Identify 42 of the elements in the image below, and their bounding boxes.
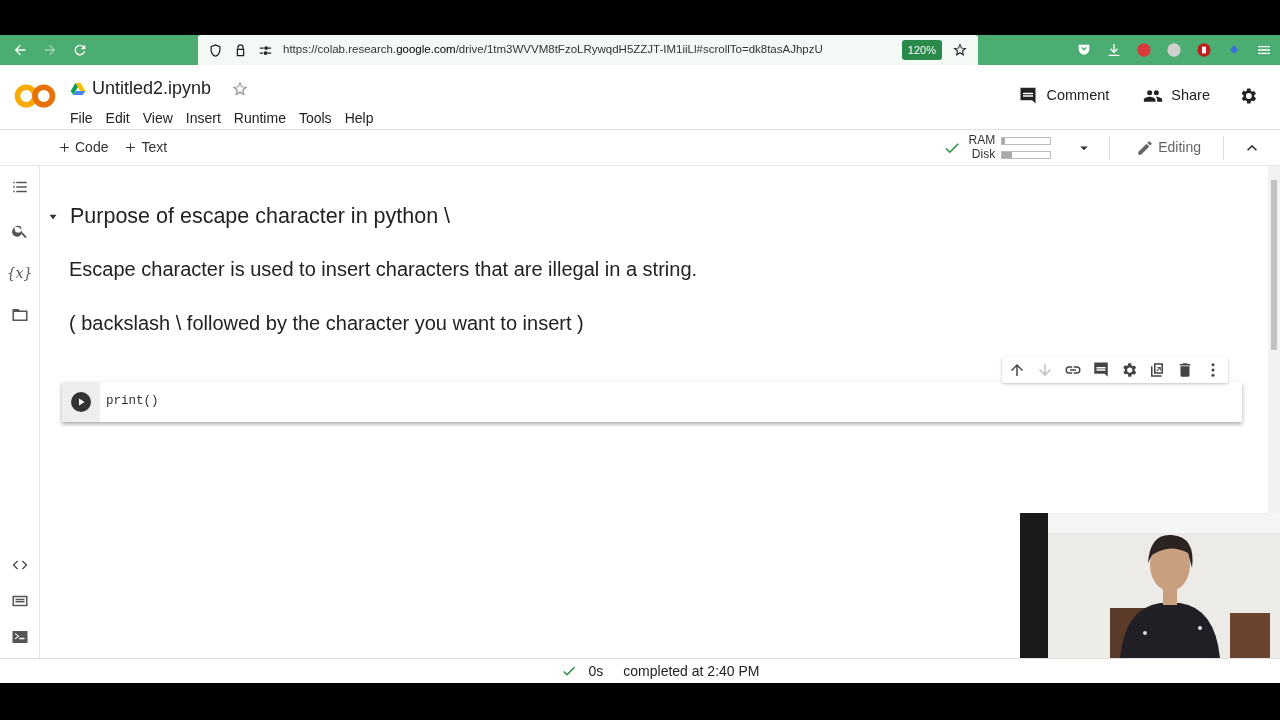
comment-button[interactable]: Comment <box>1012 84 1116 108</box>
stop-hand-icon[interactable] <box>1196 42 1212 58</box>
editing-mode-button[interactable]: Editing <box>1128 137 1209 158</box>
bookmark-star-icon[interactable] <box>952 42 968 58</box>
plus-icon <box>124 141 138 154</box>
paragraph: ( backslash \ followed by the character you want to insert ) <box>69 310 585 336</box>
paragraph: Escape character is used to insert characters that are illegal in a string. <box>69 256 699 282</box>
code-cell[interactable]: print() <box>62 381 1242 422</box>
resource-label: Disk <box>970 147 996 162</box>
section-heading: Purpose of escape character in python \ <box>70 204 451 230</box>
drive-icon <box>70 80 86 97</box>
menu-item[interactable]: Runtime <box>229 108 295 129</box>
menu-item[interactable]: Insert <box>181 108 230 129</box>
zoom-badge[interactable]: 120% <box>901 39 942 61</box>
notebook-title[interactable]: Untitled2.ipynb <box>92 75 212 102</box>
menu-item[interactable]: Help <box>340 108 383 129</box>
variables-button[interactable]: {x} <box>6 266 33 280</box>
elapsed-time: 0s <box>588 661 604 681</box>
menu-item[interactable]: Tools <box>294 108 341 129</box>
code-line[interactable]: print() <box>100 392 159 412</box>
shield-icon <box>208 42 223 58</box>
terminal-icon[interactable] <box>10 628 29 646</box>
usage-meter <box>1001 136 1052 145</box>
comment-icon <box>1018 86 1039 106</box>
add-cell-button[interactable]: Code <box>50 137 117 158</box>
menu-item[interactable]: View <box>138 108 182 129</box>
download-icon[interactable] <box>1106 42 1122 58</box>
resource-label: RAM <box>967 133 996 148</box>
comment-icon[interactable] <box>1092 360 1110 379</box>
pencil-icon <box>1136 138 1155 157</box>
menu-item[interactable]: Edit <box>101 108 139 129</box>
reload-icon[interactable] <box>72 42 88 58</box>
menu-item[interactable]: File <box>66 108 102 129</box>
url-text[interactable]: https://colab.research.google.com/drive/1tm3WVVM8tFzoLRywqdH5ZZJT-IM1iiLl#scrollTo=dk8tasAJhpzU <box>283 41 892 59</box>
add-cell-button[interactable]: Text <box>116 137 176 158</box>
usage-meter <box>1001 150 1052 159</box>
status-message: completed at 2:40 PM <box>623 661 760 681</box>
folder-icon[interactable] <box>10 306 29 324</box>
share-button[interactable]: Share <box>1137 84 1216 108</box>
pocket-icon[interactable] <box>1076 42 1092 58</box>
plus-icon <box>58 141 71 154</box>
mirror-cell-icon[interactable] <box>1148 360 1166 379</box>
